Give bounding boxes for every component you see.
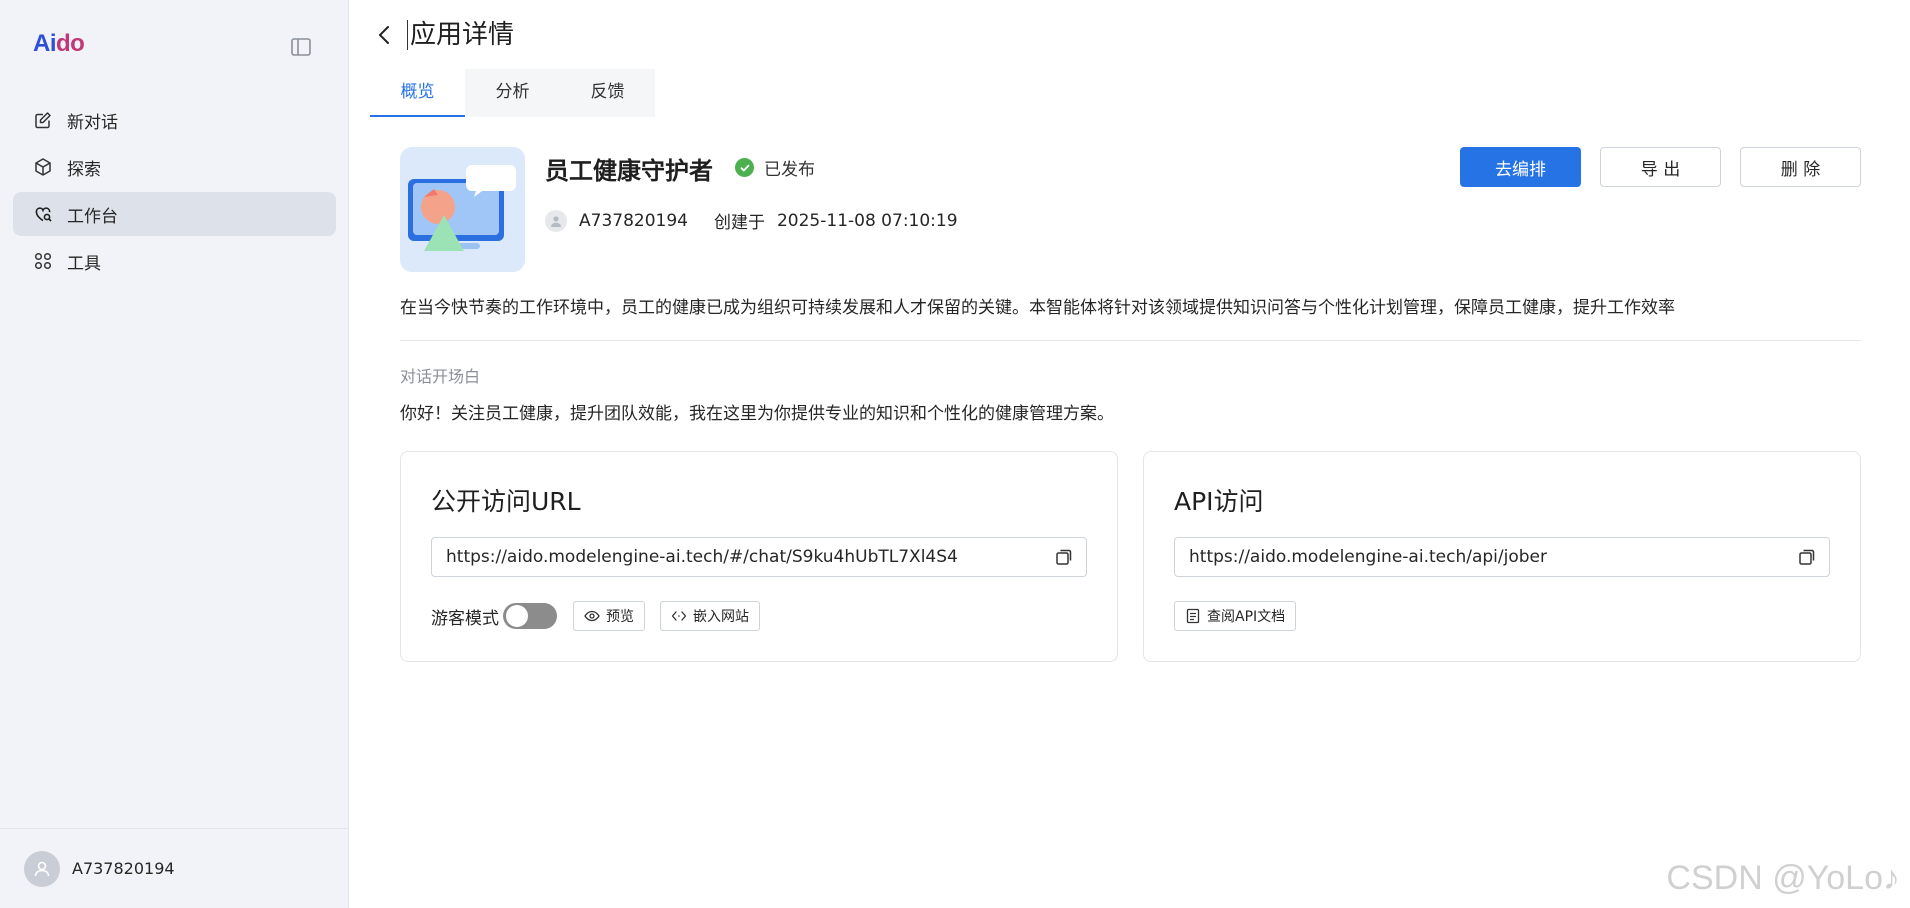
delete-button[interactable]: 删 除 bbox=[1740, 147, 1861, 187]
sidebar-user[interactable]: A737820194 bbox=[0, 828, 348, 908]
divider bbox=[400, 340, 1861, 341]
public-url-actions: 游客模式 预览 嵌入网站 bbox=[431, 601, 760, 631]
sidebar: Aido 新对话 探索 工作台 工具 A737820194 bbox=[0, 0, 349, 908]
tab-feedback[interactable]: 反馈 bbox=[560, 69, 655, 117]
author-name: A737820194 bbox=[579, 210, 688, 231]
status-text: 已发布 bbox=[764, 160, 815, 180]
code-icon bbox=[671, 611, 687, 621]
embed-website-button[interactable]: 嵌入网站 bbox=[660, 601, 760, 631]
opening-text: 你好！关注员工健康，提升团队效能，我在这里为你提供专业的知识和个性化的健康管理方… bbox=[400, 404, 1114, 424]
avatar bbox=[24, 850, 60, 887]
app-name: 员工健康守护者 bbox=[545, 157, 713, 185]
username: A737820194 bbox=[72, 859, 175, 878]
main-content: 应用详情 概览 分析 反馈 员工健康守护者 已发布 A737820194 创建于… bbox=[349, 0, 1910, 908]
arrange-button[interactable]: 去编排 bbox=[1460, 147, 1581, 187]
toggle-knob bbox=[506, 605, 528, 627]
api-actions: 查阅API文档 bbox=[1174, 601, 1297, 631]
sidebar-item-tools[interactable]: 工具 bbox=[13, 239, 336, 283]
back-arrow-icon[interactable] bbox=[373, 23, 397, 47]
page-header: 应用详情 bbox=[373, 20, 514, 50]
app-meta: A737820194 创建于 2025-11-08 07:10:19 bbox=[545, 208, 958, 233]
app-illustration bbox=[408, 165, 516, 251]
user-icon bbox=[34, 861, 50, 876]
created-time: 2025-11-08 07:10:19 bbox=[776, 210, 958, 231]
status-badge: 已发布 bbox=[735, 155, 815, 180]
public-url-field[interactable]: https://aido.modelengine-ai.tech/#/chat/… bbox=[431, 537, 1087, 577]
api-title: API访问 bbox=[1174, 487, 1264, 516]
guest-mode-toggle[interactable] bbox=[503, 603, 557, 629]
api-url-field[interactable]: https://aido.modelengine-ai.tech/api/job… bbox=[1174, 537, 1830, 577]
guest-mode-label: 游客模式 bbox=[431, 608, 499, 629]
page-title: 应用详情 bbox=[407, 20, 514, 50]
api-docs-button[interactable]: 查阅API文档 bbox=[1174, 601, 1297, 631]
sidebar-item-label: 工具 bbox=[67, 253, 101, 274]
api-docs-label: 查阅API文档 bbox=[1207, 609, 1286, 625]
sidebar-item-workbench[interactable]: 工作台 bbox=[13, 192, 336, 236]
sidebar-nav: 新对话 探索 工作台 工具 bbox=[13, 98, 336, 286]
app-description: 在当今快节奏的工作环境中，员工的健康已成为组织可持续发展和人才保留的关键。本智能… bbox=[400, 298, 1675, 318]
watermark: CSDN @YoLo♪ bbox=[1666, 859, 1900, 897]
tools-icon bbox=[34, 252, 52, 270]
explore-icon bbox=[35, 158, 51, 176]
document-icon bbox=[1186, 608, 1200, 624]
tab-analysis[interactable]: 分析 bbox=[465, 69, 560, 117]
public-url-value: https://aido.modelengine-ai.tech/#/chat/… bbox=[446, 547, 958, 567]
export-button[interactable]: 导 出 bbox=[1600, 147, 1721, 187]
embed-label: 嵌入网站 bbox=[693, 609, 749, 625]
sidebar-item-explore[interactable]: 探索 bbox=[13, 145, 336, 189]
sidebar-item-label: 新对话 bbox=[67, 112, 118, 133]
edit-icon bbox=[35, 112, 51, 129]
api-card: API访问 https://aido.modelengine-ai.tech/a… bbox=[1143, 451, 1861, 662]
created-label: 创建于 bbox=[713, 213, 765, 233]
preview-label: 预览 bbox=[606, 609, 634, 625]
public-url-card: 公开访问URL https://aido.modelengine-ai.tech… bbox=[400, 451, 1118, 662]
tab-overview[interactable]: 概览 bbox=[370, 69, 465, 117]
sidebar-item-label: 工作台 bbox=[67, 206, 118, 227]
workbench-icon bbox=[35, 207, 52, 222]
api-url-value: https://aido.modelengine-ai.tech/api/job… bbox=[1189, 547, 1547, 567]
aido-logo[interactable]: Aido bbox=[33, 30, 85, 58]
tab-bar: 概览 分析 反馈 bbox=[370, 69, 655, 117]
copy-icon[interactable] bbox=[1797, 547, 1817, 567]
sidebar-item-label: 探索 bbox=[67, 159, 101, 180]
opening-label: 对话开场白 bbox=[400, 367, 481, 386]
check-icon bbox=[735, 158, 754, 177]
author-avatar-icon bbox=[545, 209, 567, 232]
app-icon bbox=[400, 147, 525, 272]
preview-button[interactable]: 预览 bbox=[573, 601, 645, 631]
sidebar-item-new-chat[interactable]: 新对话 bbox=[13, 98, 336, 142]
sidebar-toggle-icon[interactable] bbox=[290, 36, 312, 58]
copy-icon[interactable] bbox=[1054, 547, 1074, 567]
eye-icon bbox=[584, 610, 600, 622]
public-url-title: 公开访问URL bbox=[431, 487, 581, 516]
